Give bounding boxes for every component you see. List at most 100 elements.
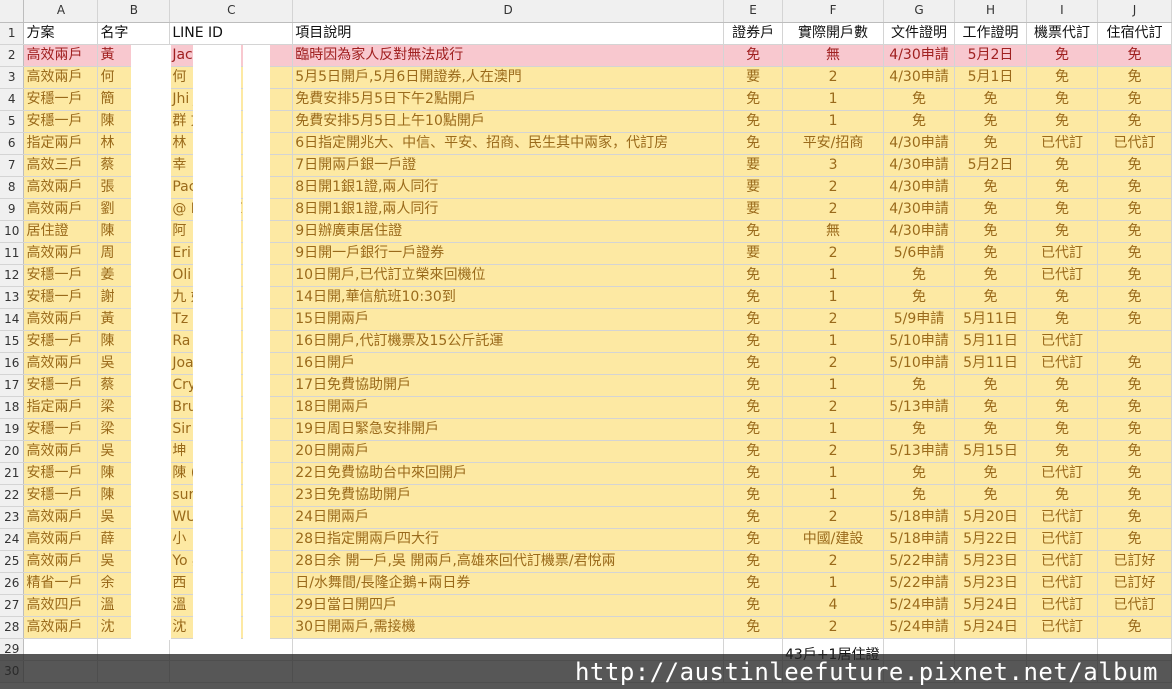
table-cell[interactable]: 安穩一戶 [23, 264, 99, 287]
table-cell[interactable]: 免 [723, 616, 784, 639]
table-cell[interactable]: 免 [1026, 308, 1098, 331]
table-cell[interactable]: 已代訂 [1026, 242, 1098, 265]
table-cell[interactable]: 免 [1026, 66, 1098, 89]
table-cell[interactable]: 免 [723, 462, 784, 485]
column-header-b[interactable]: B [97, 0, 171, 23]
table-cell[interactable]: 6日指定開兆大、中信、平安、招商、民生其中兩家，代訂房 [292, 132, 725, 155]
table-cell[interactable]: 免 [954, 198, 1027, 221]
table-cell[interactable]: 免 [723, 132, 784, 155]
row-header[interactable]: 12 [0, 264, 25, 287]
table-cell[interactable]: 高效兩戶 [23, 550, 99, 573]
table-cell[interactable]: 免 [954, 374, 1027, 397]
table-cell[interactable]: 免 [723, 550, 784, 573]
table-cell[interactable]: 免 [1026, 88, 1098, 111]
table-cell[interactable]: 高效兩戶 [23, 308, 99, 331]
table-cell[interactable]: 要 [723, 154, 784, 177]
table-cell[interactable]: 5/18申請 [883, 528, 955, 551]
table-cell[interactable]: 9日辦廣東居住證 [292, 220, 725, 243]
table-cell[interactable]: 免 [1026, 418, 1098, 441]
table-cell[interactable]: 免 [883, 462, 955, 485]
table-cell[interactable]: 14日開,華信航班10:30到 [292, 286, 725, 309]
table-cell[interactable]: 高效兩戶 [23, 176, 99, 199]
table-cell[interactable]: 免 [1097, 352, 1172, 375]
table-cell[interactable]: 免 [1097, 176, 1172, 199]
table-cell[interactable]: 高效兩戶 [23, 66, 99, 89]
table-cell[interactable]: 5/13申請 [883, 396, 955, 419]
table-cell[interactable]: 5/6申請 [883, 242, 955, 265]
table-cell[interactable]: 免 [1026, 44, 1098, 67]
table-cell[interactable]: 免 [883, 418, 955, 441]
table-cell[interactable]: 高效兩戶 [23, 198, 99, 221]
table-cell[interactable]: 安穩一戶 [23, 484, 99, 507]
table-cell[interactable]: 已代訂 [1026, 264, 1098, 287]
row-header[interactable]: 21 [0, 462, 25, 485]
table-cell[interactable]: 2 [782, 550, 885, 573]
table-cell[interactable]: 4/30申請 [883, 66, 955, 89]
table-cell[interactable]: 2 [782, 352, 885, 375]
table-cell[interactable]: 免 [1097, 264, 1172, 287]
table-cell[interactable]: 已代訂 [1026, 594, 1098, 617]
table-cell[interactable]: 免 [1026, 396, 1098, 419]
table-cell[interactable]: 8日開1銀1證,兩人同行 [292, 198, 725, 221]
table-cell[interactable]: 免 [954, 264, 1027, 287]
table-cell[interactable]: 22日免費協助台中來回開戶 [292, 462, 725, 485]
table-cell[interactable]: 5月20日 [954, 506, 1027, 529]
row-header[interactable]: 11 [0, 242, 25, 265]
table-cell[interactable]: 5/24申請 [883, 616, 955, 639]
table-cell[interactable]: 已訂好 [1097, 550, 1172, 573]
row-header[interactable]: 2 [0, 44, 25, 67]
table-cell[interactable]: 2 [782, 66, 885, 89]
table-cell[interactable]: 免 [883, 286, 955, 309]
table-cell[interactable]: 1 [782, 286, 885, 309]
table-cell[interactable]: 已訂好 [1097, 572, 1172, 595]
table-cell[interactable]: 8日開1銀1證,兩人同行 [292, 176, 725, 199]
table-cell[interactable]: 中國/建設 [782, 528, 885, 551]
table-cell[interactable]: 安穩一戶 [23, 418, 99, 441]
table-cell[interactable]: 免 [723, 594, 784, 617]
row-header[interactable]: 26 [0, 572, 25, 595]
table-cell[interactable]: 免 [723, 264, 784, 287]
table-cell[interactable]: 1 [782, 88, 885, 111]
table-cell[interactable]: 免 [954, 88, 1027, 111]
table-cell[interactable]: 免 [954, 462, 1027, 485]
table-cell[interactable]: 高效兩戶 [23, 44, 99, 67]
table-cell[interactable]: 免 [954, 132, 1027, 155]
table-cell[interactable]: 免 [723, 506, 784, 529]
table-cell[interactable]: 免費安排5月5日上午10點開戶 [292, 110, 725, 133]
table-cell[interactable]: LINE ID [169, 22, 294, 45]
row-header[interactable]: 10 [0, 220, 25, 243]
table-cell[interactable]: 要 [723, 66, 784, 89]
table-cell[interactable]: 免 [1097, 374, 1172, 397]
row-header[interactable]: 20 [0, 440, 25, 463]
table-cell[interactable]: 免 [1097, 484, 1172, 507]
table-cell[interactable]: 文件證明 [883, 22, 955, 45]
table-cell[interactable]: 平安/招商 [782, 132, 885, 155]
table-cell[interactable]: 2 [782, 616, 885, 639]
table-cell[interactable]: 9日開一戶銀行一戶證券 [292, 242, 725, 265]
table-cell[interactable]: 免 [1097, 110, 1172, 133]
table-cell[interactable]: 無 [782, 44, 885, 67]
table-cell[interactable]: 要 [723, 198, 784, 221]
table-cell[interactable]: 免 [1097, 154, 1172, 177]
table-cell[interactable]: 5月22日 [954, 528, 1027, 551]
table-cell[interactable]: 免 [954, 286, 1027, 309]
table-cell[interactable]: 免 [1097, 44, 1172, 67]
table-cell[interactable]: 28日指定開兩戶四大行 [292, 528, 725, 551]
table-cell[interactable]: 免 [1097, 198, 1172, 221]
table-cell[interactable]: 已代訂 [1026, 550, 1098, 573]
table-cell[interactable]: 免 [954, 220, 1027, 243]
column-header-j[interactable]: J [1097, 0, 1172, 23]
row-header[interactable]: 19 [0, 418, 25, 441]
table-cell[interactable]: 1 [782, 484, 885, 507]
table-cell[interactable]: 5月24日 [954, 616, 1027, 639]
table-cell[interactable]: 19日周日緊急安排開戶 [292, 418, 725, 441]
table-cell[interactable]: 已代訂 [1097, 594, 1172, 617]
table-cell[interactable]: 免 [723, 110, 784, 133]
table-cell[interactable]: 免 [1097, 220, 1172, 243]
table-cell[interactable]: 免 [723, 220, 784, 243]
row-header[interactable]: 13 [0, 286, 25, 309]
table-cell[interactable]: 免 [883, 264, 955, 287]
table-cell[interactable]: 安穩一戶 [23, 374, 99, 397]
table-cell[interactable]: 免 [954, 396, 1027, 419]
column-header-f[interactable]: F [782, 0, 885, 23]
